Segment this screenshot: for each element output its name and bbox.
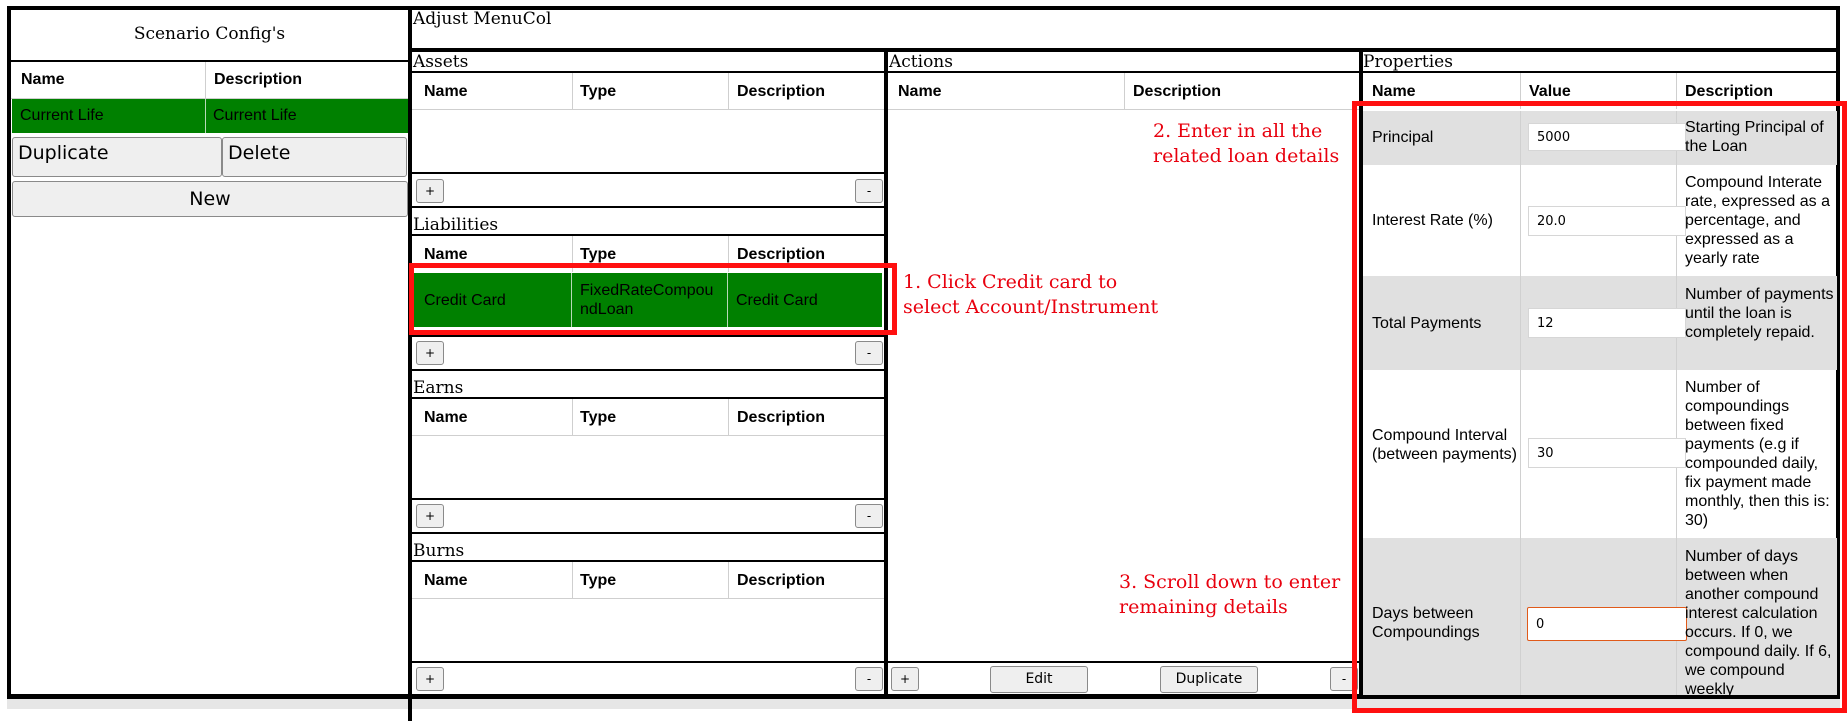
liabilities-remove-button[interactable]: -	[855, 341, 883, 365]
actions-header-underline	[888, 109, 1359, 110]
annotation-step3-line1: 3. Scroll down to enter	[1119, 571, 1341, 593]
actions-list-bottom	[888, 661, 1359, 663]
burns-col-sep-2	[728, 562, 729, 598]
liabilities-col-description: Description	[737, 246, 826, 263]
earns-header-underline	[412, 435, 884, 436]
burns-col-type: Type	[580, 572, 617, 589]
left-header-divider	[11, 60, 408, 62]
actions-title: Actions	[889, 52, 953, 72]
earns-col-sep-2	[728, 399, 729, 435]
earns-list-bottom	[412, 498, 884, 500]
properties-top-line	[1363, 71, 1840, 73]
scenario-row-description: Current Life	[213, 107, 297, 124]
liabilities-col-type: Type	[580, 246, 617, 263]
actions-col-description: Description	[1133, 83, 1222, 100]
earns-add-button[interactable]: +	[416, 504, 444, 528]
left-col-name: Name	[21, 71, 65, 88]
scenario-row-current-life[interactable]: Current Life Current Life	[12, 99, 408, 133]
liabilities-section-bottom	[412, 369, 884, 371]
burns-col-name: Name	[424, 572, 468, 589]
annotation-step2-line1: 2. Enter in all the	[1153, 120, 1323, 142]
actions-add-button[interactable]: +	[891, 667, 919, 691]
burns-add-button[interactable]: +	[416, 667, 444, 691]
actions-col-name: Name	[898, 83, 942, 100]
earns-title: Earns	[413, 378, 464, 398]
earns-section-bottom	[412, 532, 884, 534]
delete-scenario-button[interactable]: Delete	[222, 137, 407, 177]
liabilities-list-bottom	[412, 335, 884, 337]
divider-assets-actions	[884, 50, 888, 698]
annotation-step1-line1: 1. Click Credit card to	[903, 271, 1118, 293]
burns-col-sep-1	[572, 562, 573, 598]
properties-col-description: Description	[1685, 83, 1774, 100]
annotation-step2-line2: related loan details	[1153, 145, 1340, 167]
duplicate-scenario-button[interactable]: Duplicate	[12, 137, 222, 177]
liabilities-top-line	[412, 234, 884, 236]
assets-col-sep-1	[572, 73, 573, 109]
properties-title: Properties	[1363, 52, 1453, 72]
burns-col-description: Description	[737, 572, 826, 589]
properties-col-value: Value	[1529, 83, 1571, 100]
scenario-configs-title: Scenario Config's	[133, 24, 286, 44]
assets-col-name: Name	[424, 83, 468, 100]
burns-top-line	[412, 560, 884, 562]
burns-remove-button[interactable]: -	[855, 667, 883, 691]
scenario-row-name: Current Life	[20, 107, 104, 124]
properties-col-name: Name	[1372, 83, 1416, 100]
scenario-row-separator	[205, 99, 206, 133]
annotation-step3-line2: remaining details	[1119, 596, 1288, 618]
assets-col-description: Description	[737, 83, 826, 100]
earns-top-line	[412, 397, 884, 399]
assets-col-sep-2	[728, 73, 729, 109]
actions-duplicate-button[interactable]: Duplicate	[1160, 666, 1258, 693]
earns-remove-button[interactable]: -	[855, 504, 883, 528]
assets-add-button[interactable]: +	[416, 179, 444, 203]
earns-col-sep-1	[572, 399, 573, 435]
earns-col-type: Type	[580, 409, 617, 426]
assets-top-line	[412, 71, 884, 73]
new-scenario-button[interactable]: New	[12, 181, 408, 217]
assets-list-bottom	[412, 172, 884, 174]
liabilities-add-button[interactable]: +	[416, 341, 444, 365]
assets-col-type: Type	[580, 83, 617, 100]
highlight-credit-card-row	[409, 263, 897, 335]
assets-header-underline	[412, 109, 884, 110]
actions-edit-button[interactable]: Edit	[990, 666, 1088, 693]
left-col-separator	[205, 62, 206, 99]
menu-header-divider	[408, 48, 1840, 52]
highlight-properties-panel	[1352, 101, 1847, 713]
liabilities-col-name: Name	[424, 246, 468, 263]
annotation-step1-line2: select Account/Instrument	[903, 296, 1159, 318]
earns-col-name: Name	[424, 409, 468, 426]
burns-header-underline	[412, 598, 884, 599]
left-col-description: Description	[214, 71, 303, 88]
menu-col-title: Adjust MenuCol	[413, 9, 552, 29]
assets-title: Assets	[413, 52, 469, 72]
actions-col-sep	[1124, 73, 1125, 109]
assets-remove-button[interactable]: -	[855, 179, 883, 203]
burns-title: Burns	[413, 541, 465, 561]
vertical-divider-left	[408, 6, 412, 721]
assets-section-bottom	[412, 206, 884, 208]
liabilities-title: Liabilities	[413, 215, 499, 235]
earns-col-description: Description	[737, 409, 826, 426]
burns-list-bottom	[412, 661, 884, 663]
